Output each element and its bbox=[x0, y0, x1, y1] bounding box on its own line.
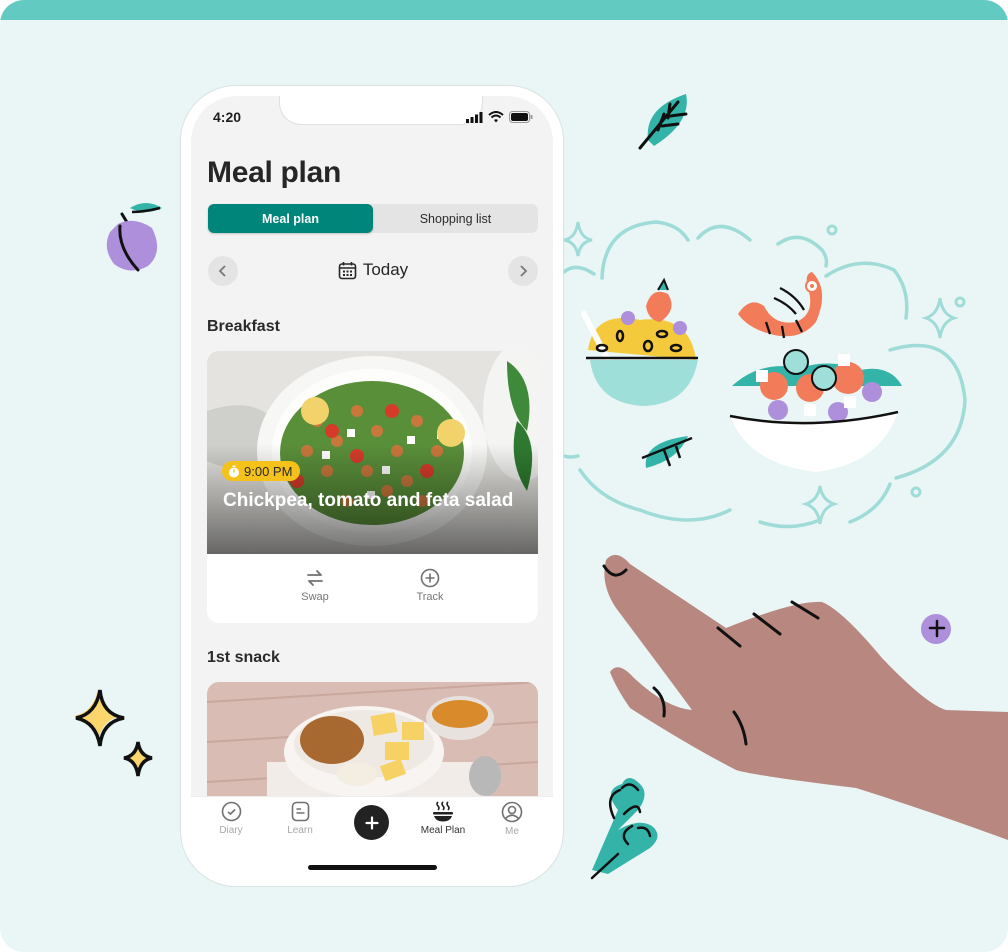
notch bbox=[279, 96, 483, 125]
wifi-icon bbox=[488, 111, 504, 123]
page-title: Meal plan bbox=[207, 156, 341, 189]
tab-me[interactable]: Me bbox=[482, 801, 542, 837]
next-day-button[interactable] bbox=[508, 256, 538, 286]
timer-icon bbox=[229, 465, 239, 477]
meal-card-snack[interactable] bbox=[207, 682, 538, 812]
snack-photo bbox=[207, 682, 538, 812]
leaf-icon bbox=[638, 94, 688, 150]
meal-photo: 9:00 PM Chickpea, tomato and feta salad bbox=[207, 351, 538, 554]
tab-shopping-list[interactable]: Shopping list bbox=[373, 204, 538, 233]
tab-learn-label: Learn bbox=[287, 825, 313, 836]
status-time: 4:20 bbox=[213, 109, 242, 125]
check-circle-icon bbox=[221, 801, 241, 822]
top-band bbox=[0, 0, 1008, 20]
status-icons bbox=[466, 111, 533, 123]
calendar-icon bbox=[338, 261, 357, 279]
view-segmented-control: Meal plan Shopping list bbox=[208, 204, 538, 233]
tab-diary-label: Diary bbox=[219, 825, 243, 836]
home-indicator[interactable] bbox=[308, 865, 437, 870]
add-button[interactable] bbox=[354, 805, 389, 840]
app-screen: 4:20 Meal plan Meal plan Shopping list T… bbox=[191, 96, 553, 876]
tab-learn[interactable]: Learn bbox=[270, 801, 330, 836]
meal-name[interactable]: Chickpea, tomato and feta salad bbox=[223, 488, 523, 514]
profile-icon bbox=[501, 801, 523, 823]
swap-button[interactable]: Swap bbox=[288, 554, 343, 623]
date-label: Today bbox=[362, 260, 409, 279]
add-icon bbox=[364, 815, 379, 830]
thought-cloud bbox=[562, 220, 967, 529]
tab-meal-plan-nav[interactable]: Meal Plan bbox=[413, 801, 473, 836]
sparkle-icon bbox=[74, 688, 153, 777]
plus-circle-icon bbox=[420, 568, 440, 588]
chevron-right-icon bbox=[520, 265, 528, 277]
date-selector[interactable]: Today bbox=[208, 260, 538, 280]
document-icon bbox=[291, 801, 309, 822]
meal-time-badge: 9:00 PM bbox=[222, 461, 301, 481]
tab-meal-plan[interactable]: Meal plan bbox=[208, 204, 373, 233]
bowl-icon bbox=[433, 801, 453, 822]
phone-frame: 4:20 Meal plan Meal plan Shopping list T… bbox=[180, 85, 564, 887]
track-button[interactable]: Track bbox=[403, 554, 458, 623]
battery-icon bbox=[509, 111, 533, 123]
tab-meal-plan-label: Meal Plan bbox=[420, 825, 466, 836]
tab-me-label: Me bbox=[505, 826, 519, 837]
track-label: Track bbox=[416, 591, 444, 603]
plum-icon bbox=[106, 203, 162, 272]
bottom-tab-bar: Diary Learn Meal Plan Me bbox=[191, 796, 553, 876]
date-navigator: Today bbox=[208, 256, 538, 286]
herb-icon bbox=[590, 778, 658, 880]
blueberry-icon bbox=[921, 614, 951, 644]
section-title-breakfast: Breakfast bbox=[207, 318, 280, 335]
meal-actions: Swap Track bbox=[207, 554, 538, 623]
swap-icon bbox=[307, 570, 323, 586]
section-title-snack: 1st snack bbox=[207, 649, 280, 666]
signal-icon bbox=[466, 111, 483, 123]
tab-diary[interactable]: Diary bbox=[201, 801, 261, 836]
illustration-canvas: 4:20 Meal plan Meal plan Shopping list T… bbox=[0, 0, 1008, 952]
meal-card-breakfast[interactable]: 9:00 PM Chickpea, tomato and feta salad … bbox=[207, 351, 538, 623]
swap-label: Swap bbox=[301, 591, 329, 603]
meal-time: 9:00 PM bbox=[244, 463, 293, 479]
